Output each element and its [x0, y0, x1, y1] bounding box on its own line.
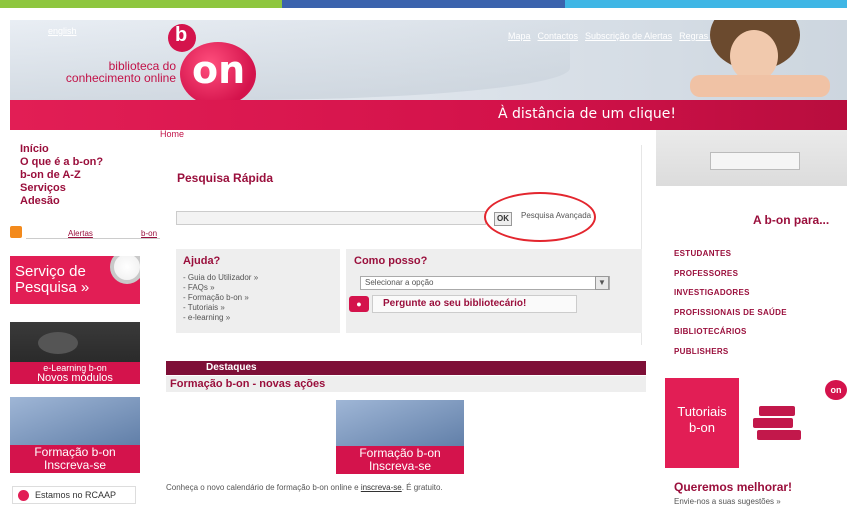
servico-pesquisa-banner[interactable]: Serviço de Pesquisa »: [10, 256, 140, 304]
top-color-strip: [0, 0, 847, 8]
link-contactos[interactable]: Contactos: [538, 31, 579, 41]
search-input[interactable]: [176, 211, 486, 225]
logo-mark: on: [192, 48, 246, 92]
audience-profissionais-saude[interactable]: PROFISSIONAIS DE SAÚDE: [674, 308, 787, 328]
formacao-highlight-caption: Formação b-on Inscreva-se: [336, 446, 464, 474]
audience-publishers[interactable]: PUBLISHERS: [674, 347, 787, 367]
slogan: À distância de um clique!: [498, 106, 677, 122]
audience-title: A b-on para...: [753, 213, 830, 227]
logo-text: biblioteca do conhecimento online: [65, 59, 176, 85]
help-title: Ajuda?: [183, 255, 221, 267]
left-nav: Início O que é a b-on? b-on de A-Z Servi…: [20, 143, 103, 208]
rcaap-label: Estamos no RCAAP: [35, 490, 117, 500]
breadcrumb[interactable]: Home: [160, 129, 184, 139]
books-icon: [751, 406, 807, 446]
annotation-circle: [484, 192, 596, 242]
bon-badge-icon: on: [825, 380, 847, 400]
rcaap-badge[interactable]: Estamos no RCAAP: [12, 486, 136, 504]
book-2: [753, 418, 793, 428]
elearning-caption: e-Learning b-on Novos módulos: [10, 362, 140, 384]
logo-b-letter: b: [175, 24, 188, 46]
rss-icon[interactable]: [10, 226, 22, 238]
slogan-bar: [10, 100, 847, 130]
strip-cyan: [564, 0, 847, 8]
option-select[interactable]: Selecionar a opção ▼: [360, 276, 610, 290]
option-select-value: Selecionar a opção: [365, 278, 434, 287]
keyboard-image: [656, 130, 847, 186]
highlight-title[interactable]: Formação b-on - novas ações: [166, 376, 646, 392]
alerts-link[interactable]: Alertas: [68, 229, 93, 238]
audience-estudantes[interactable]: ESTUDANTES: [674, 249, 787, 269]
quick-search-title: Pesquisa Rápida: [177, 171, 274, 185]
header-banner: english biblioteca do conhecimento onlin…: [10, 20, 847, 130]
audience-professores[interactable]: PROFESSORES: [674, 269, 787, 289]
formacao-caption: Formação b-on Inscreva-se: [10, 445, 140, 473]
help-link-tutoriais[interactable]: - Tutoriais »: [183, 303, 333, 313]
help-box: Ajuda? - Guia do Utilizador » - FAQs » -…: [176, 249, 340, 333]
alerts-bon-link[interactable]: b-on: [141, 229, 157, 238]
link-mapa[interactable]: Mapa: [508, 31, 531, 41]
tutoriais-banner[interactable]: Tutoriais b-on on: [665, 378, 847, 468]
book-1: [757, 430, 801, 440]
audience-investigadores[interactable]: INVESTIGADORES: [674, 288, 787, 308]
help-link-guia[interactable]: - Guia do Utilizador »: [183, 273, 333, 283]
logo[interactable]: on: [180, 42, 256, 106]
audience-list: ESTUDANTES PROFESSORES INVESTIGADORES PR…: [674, 249, 787, 366]
formacao-highlight-line2: Inscreva-se: [368, 459, 432, 473]
help-link-faqs[interactable]: - FAQs »: [183, 283, 333, 293]
tutoriais-line1: Tutoriais: [677, 404, 727, 419]
formacao-banner[interactable]: Formação b-on Inscreva-se: [10, 397, 140, 473]
strip-green: [0, 0, 283, 8]
hand-click-icon: [38, 332, 78, 354]
highlights-bar: Destaques: [166, 361, 646, 375]
how-to-title: Como posso?: [354, 255, 428, 267]
elearning-banner[interactable]: e-Learning b-on Novos módulos: [10, 322, 140, 384]
book-3: [759, 406, 795, 416]
english-link[interactable]: english: [48, 26, 77, 36]
banner-photo: [690, 20, 847, 100]
highlight-text-pre: Conheça o novo calendário de formação b-…: [166, 483, 359, 492]
chevron-down-icon[interactable]: ▼: [595, 276, 609, 290]
feedback-link[interactable]: Envie-nos a suas sugestões »: [674, 497, 781, 506]
rcaap-icon: [18, 490, 29, 501]
tutoriais-line2: b-on: [688, 420, 716, 435]
nav-o-que-e[interactable]: O que é a b-on?: [20, 156, 103, 169]
nav-inicio[interactable]: Início: [20, 143, 103, 156]
inscreva-se-link[interactable]: inscreva-se: [361, 483, 402, 492]
highlight-text-post: . É gratuito.: [401, 483, 443, 492]
banner-photo-arm: [690, 75, 830, 97]
nav-a-z[interactable]: b-on de A-Z: [20, 169, 103, 182]
help-link-elearning[interactable]: - e-learning »: [183, 313, 333, 323]
formacao-highlight-image[interactable]: Formação b-on Inscreva-se: [336, 400, 464, 474]
elearning-line2: Novos módulos: [37, 372, 113, 384]
chat-bubble-icon: ●: [349, 296, 369, 312]
highlight-text: Conheça o novo calendário de formação b-…: [166, 483, 443, 492]
audience-bibliotecarios[interactable]: BIBLIOTECÁRIOS: [674, 327, 787, 347]
tutoriais-label: Tutoriais b-on: [665, 378, 739, 468]
alerts-divider: [26, 238, 160, 239]
link-subscricao-alertas[interactable]: Subscrição de Alertas: [585, 31, 672, 41]
keyboard-icon: [710, 152, 800, 170]
how-to-box: Como posso?: [346, 249, 642, 333]
formacao-line2: Inscreva-se: [43, 458, 107, 472]
help-link-formacao[interactable]: - Formação b-on »: [183, 293, 333, 303]
ask-librarian-button[interactable]: Pergunte ao seu bibliotecário!: [372, 295, 577, 313]
alerts-row: Alertas b-on: [10, 226, 160, 240]
nav-adesao[interactable]: Adesão: [20, 195, 103, 208]
strip-blue: [282, 0, 565, 8]
nav-servicos[interactable]: Serviços: [20, 182, 103, 195]
feedback-title[interactable]: Queremos melhorar!: [674, 480, 792, 494]
